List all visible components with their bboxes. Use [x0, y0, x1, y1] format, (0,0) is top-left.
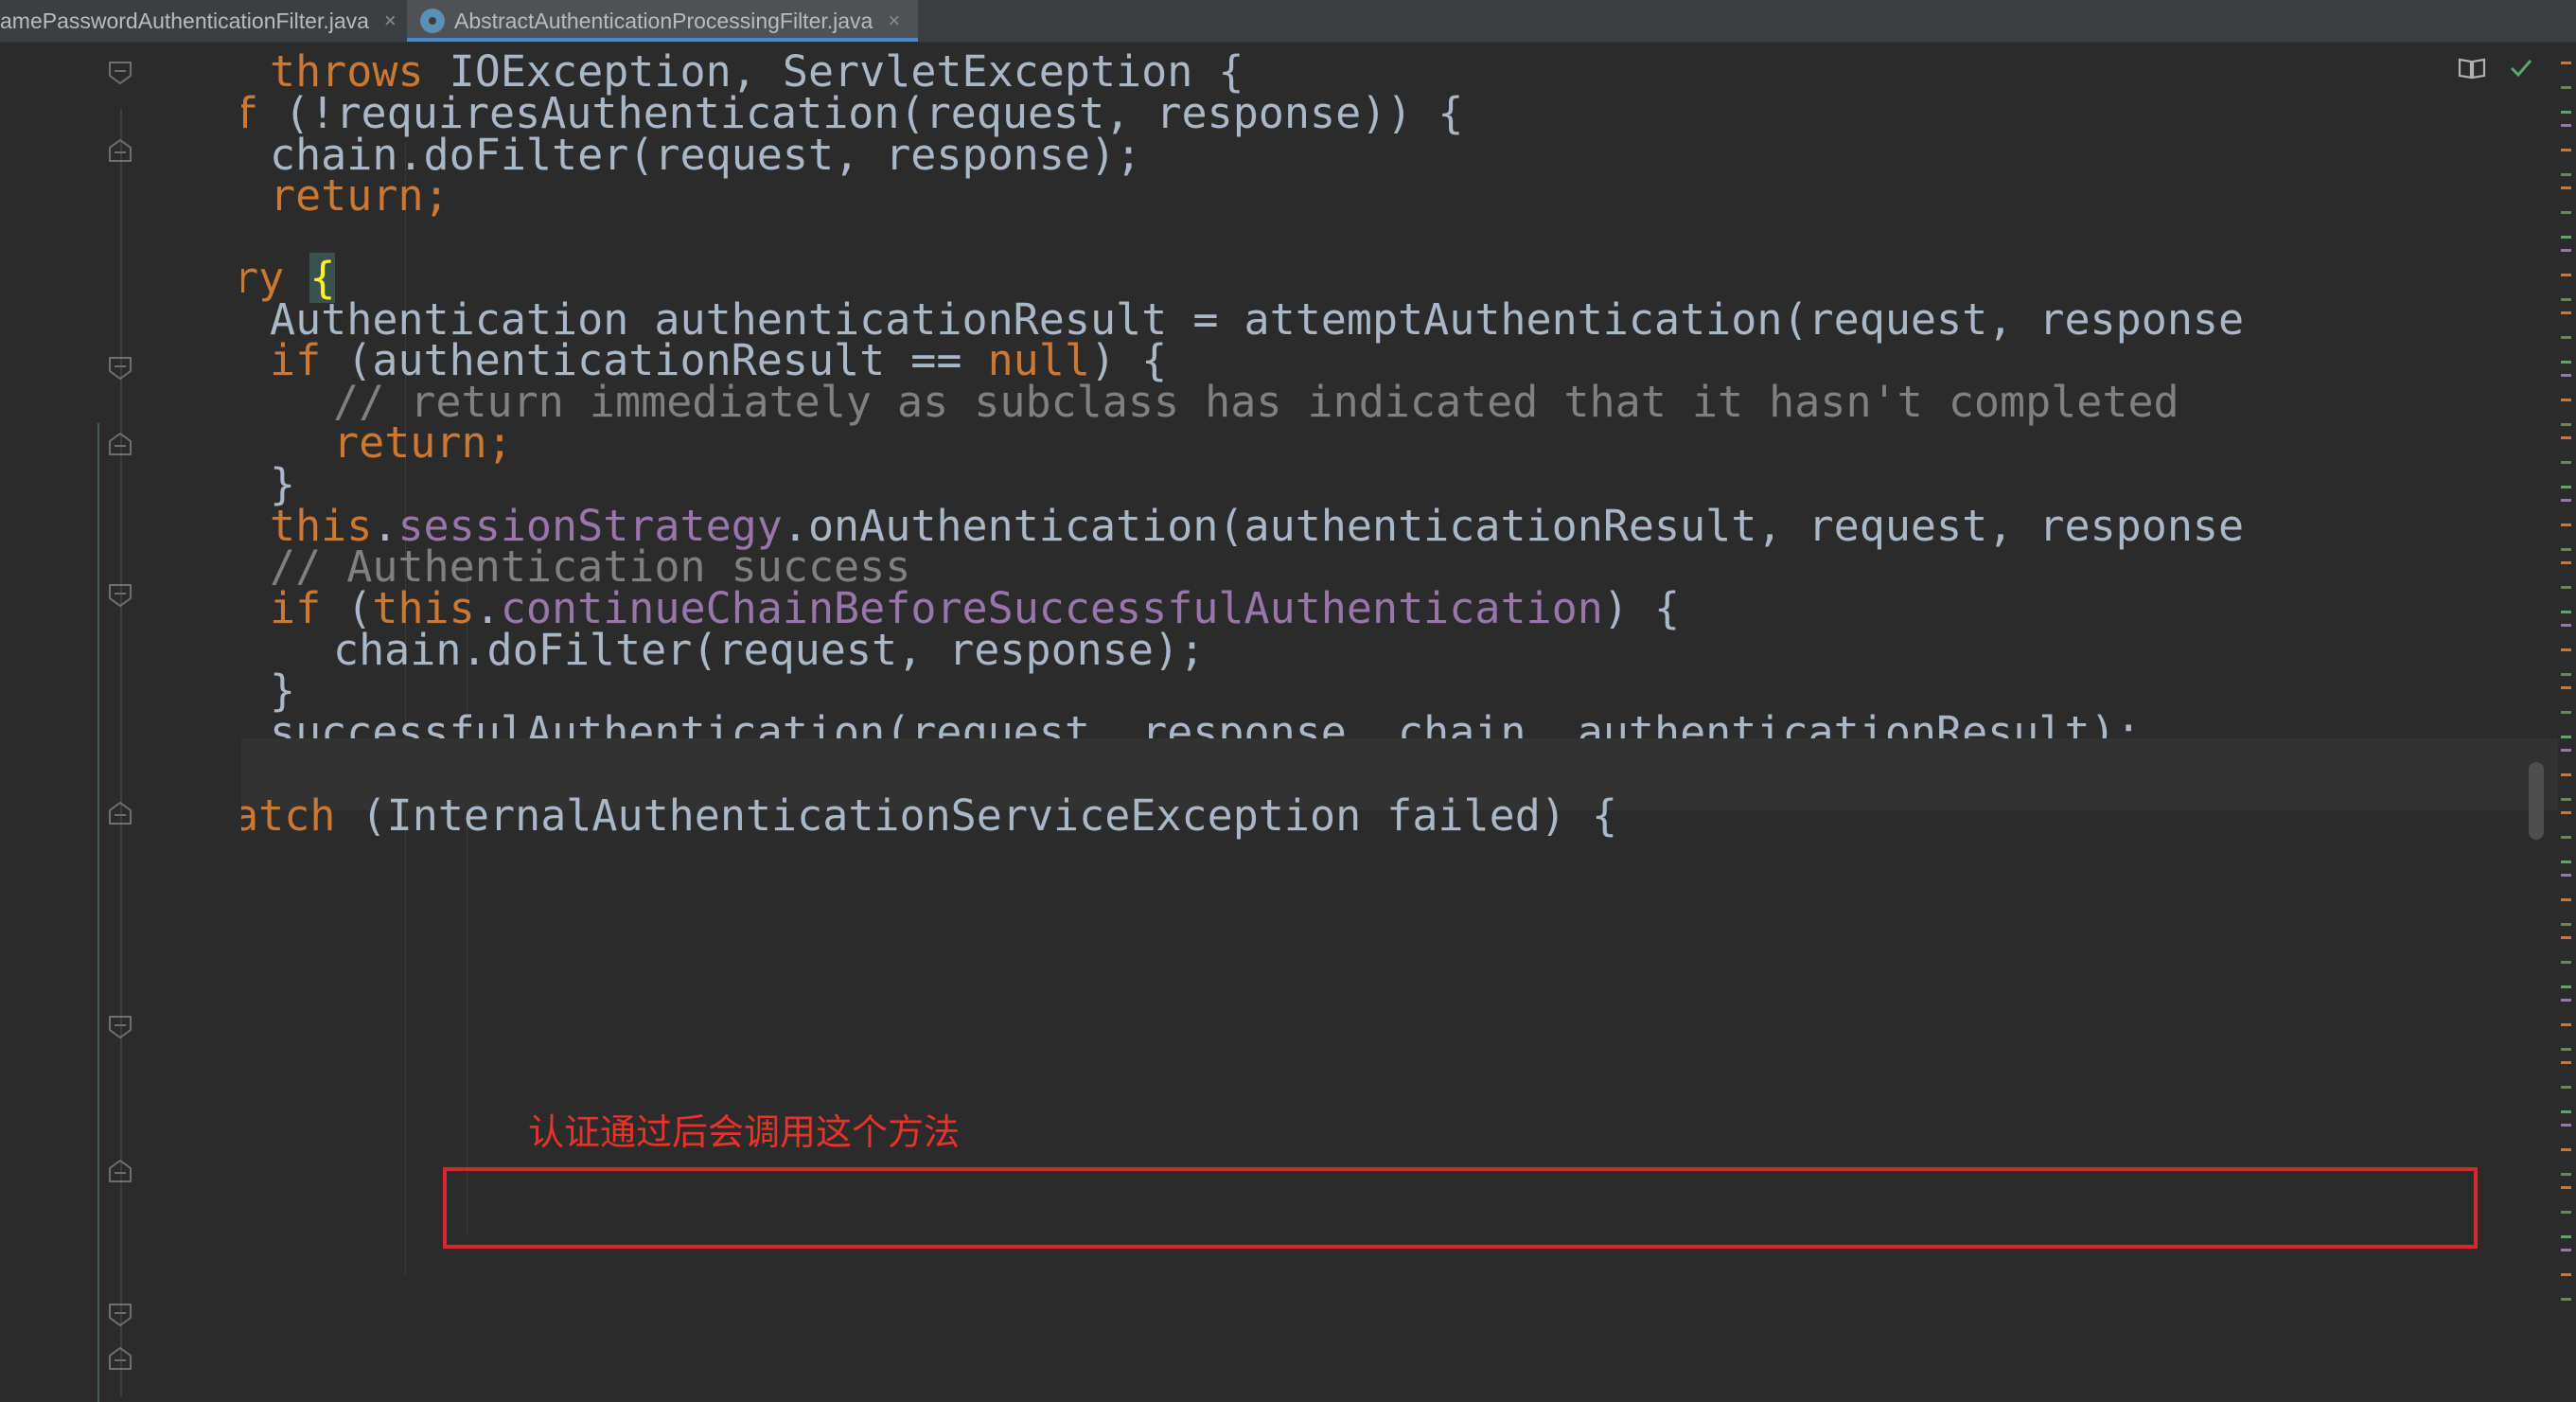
stripe-mark	[2561, 1249, 2571, 1251]
stripe-mark	[2561, 436, 2571, 439]
stripe-mark	[2561, 249, 2571, 252]
fold-icon[interactable]	[107, 431, 133, 457]
tab-label: amePasswordAuthenticationFilter.java	[0, 8, 369, 33]
stripe-mark	[2561, 1023, 2571, 1026]
vertical-scrollbar[interactable]	[2529, 762, 2544, 840]
stripe-mark	[2561, 749, 2571, 752]
stripe-mark	[2561, 236, 2571, 239]
stripe-mark	[2561, 62, 2571, 64]
editor-gutter	[0, 43, 241, 1402]
stripe-mark	[2561, 586, 2571, 589]
stripe-mark	[2561, 648, 2571, 651]
fold-icon[interactable]	[107, 800, 133, 826]
close-icon[interactable]: ×	[384, 9, 397, 33]
highlight-box	[443, 1167, 2478, 1249]
fold-icon[interactable]	[107, 355, 133, 382]
stripe-mark	[2561, 1148, 2571, 1151]
stripe-mark	[2561, 486, 2571, 488]
close-icon[interactable]: ×	[888, 9, 900, 33]
tab-abstract-processing-filter[interactable]: AbstractAuthenticationProcessingFilter.j…	[407, 0, 918, 42]
code-line-19: catch (InternalAuthenticationServiceExce…	[241, 790, 1618, 841]
stripe-mark	[2561, 1061, 2571, 1064]
stripe-mark	[2561, 773, 2571, 776]
stripe-mark	[2561, 524, 2571, 526]
stripe-mark	[2561, 361, 2571, 364]
stripe-mark	[2561, 1048, 2571, 1051]
fold-icon[interactable]	[107, 582, 133, 609]
fold-icon[interactable]	[107, 137, 133, 164]
stripe-mark	[2561, 1211, 2571, 1214]
stripe-mark	[2561, 1110, 2571, 1113]
fold-line	[120, 109, 122, 1396]
fold-icon[interactable]	[107, 1014, 133, 1040]
code-editor[interactable]: throws IOException, ServletException { i…	[241, 43, 2558, 1359]
stripe-mark	[2561, 548, 2571, 551]
stripe-mark	[2561, 936, 2571, 939]
stripe-mark	[2561, 1273, 2571, 1276]
stripe-mark	[2561, 898, 2571, 901]
code-line-15: chain.doFilter(request, response);	[333, 625, 1206, 675]
stripe-mark	[2561, 336, 2571, 339]
code-line-10: return;	[333, 417, 513, 468]
stripe-mark	[2561, 173, 2571, 176]
error-stripe[interactable]	[2558, 43, 2576, 1359]
stripe-mark	[2561, 374, 2571, 377]
stripe-mark	[2561, 711, 2571, 714]
stripe-mark	[2561, 923, 2571, 926]
stripe-mark	[2561, 149, 2571, 151]
stripe-mark	[2561, 1086, 2571, 1089]
stripe-mark	[2561, 1124, 2571, 1127]
file-class-icon	[420, 9, 445, 33]
stripe-mark	[2561, 874, 2571, 877]
stripe-mark	[2561, 861, 2571, 863]
stripe-mark	[2561, 1173, 2571, 1176]
stripe-mark	[2561, 311, 2571, 314]
stripe-mark	[2561, 836, 2571, 839]
stripe-mark	[2561, 611, 2571, 613]
stripe-mark	[2561, 298, 2571, 301]
stripe-mark	[2561, 686, 2571, 689]
fold-icon[interactable]	[107, 1158, 133, 1184]
check-icon[interactable]	[2508, 55, 2534, 81]
fold-icon[interactable]	[107, 1302, 133, 1328]
stripe-mark	[2561, 461, 2571, 464]
fold-icon[interactable]	[107, 1345, 133, 1372]
stripe-mark	[2561, 673, 2571, 676]
stripe-mark	[2561, 1298, 2571, 1301]
stripe-mark	[2561, 399, 2571, 401]
stripe-mark	[2561, 985, 2571, 988]
stripe-mark	[2561, 211, 2571, 214]
stripe-mark	[2561, 274, 2571, 276]
stripe-mark	[2561, 1235, 2571, 1238]
tab-label: AbstractAuthenticationProcessingFilter.j…	[454, 8, 873, 33]
stripe-mark	[2561, 736, 2571, 738]
stripe-mark	[2561, 124, 2571, 127]
stripe-mark	[2561, 1186, 2571, 1189]
stripe-mark	[2561, 499, 2571, 502]
stripe-mark	[2561, 624, 2571, 627]
stripe-mark	[2561, 186, 2571, 189]
stripe-mark	[2561, 961, 2571, 964]
stripe-mark	[2561, 811, 2571, 814]
stripe-mark	[2561, 111, 2571, 114]
reader-mode-icon[interactable]	[2457, 55, 2487, 81]
stripe-mark	[2561, 423, 2571, 426]
editor-tab-bar: amePasswordAuthenticationFilter.java × A…	[0, 0, 2576, 43]
fold-icon[interactable]	[107, 60, 133, 86]
code-line-4: return;	[270, 170, 450, 221]
tab-username-password-filter[interactable]: amePasswordAuthenticationFilter.java ×	[0, 0, 405, 42]
stripe-mark	[2561, 86, 2571, 89]
stripe-mark	[2561, 798, 2571, 801]
code-line-9: // return immediately as subclass has in…	[333, 377, 2179, 427]
stripe-mark	[2561, 999, 2571, 1002]
stripe-mark	[2561, 561, 2571, 564]
change-marker	[97, 423, 99, 1402]
annotation-note: 认证通过后会调用这个方法	[528, 1111, 961, 1153]
